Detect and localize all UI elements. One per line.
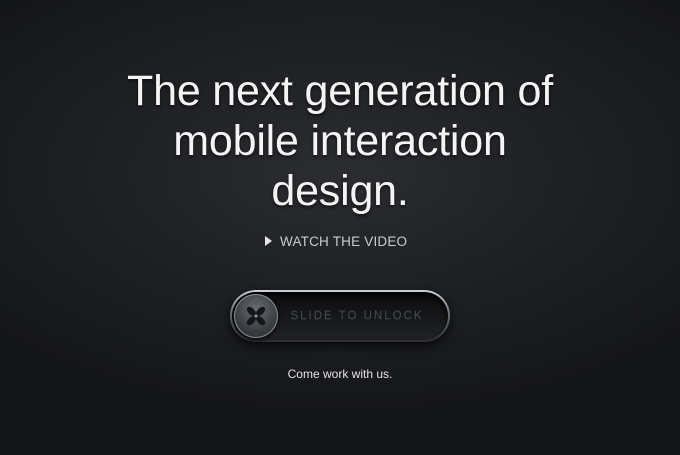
hero-headline: The next generation of mobile interactio… [40,66,640,216]
slide-to-unlock-slider[interactable]: SLIDE TO UNLOCK [230,290,450,342]
play-icon [265,236,272,246]
slider-knob[interactable] [234,294,278,338]
flower-logo-icon [246,306,266,326]
headline-line-2: mobile interaction [173,117,507,165]
slider-track: SLIDE TO UNLOCK [232,292,448,340]
watch-video-link[interactable]: WATCH THE VIDEO [265,232,407,250]
headline-line-3: design. [271,167,409,215]
come-work-with-us-link[interactable]: Come work with us. [240,367,440,381]
watch-video-label: WATCH THE VIDEO [280,233,408,249]
headline-line-1: The next generation of [127,67,553,115]
slider-label: SLIDE TO UNLOCK [290,310,424,322]
page: The next generation of mobile interactio… [0,0,680,455]
